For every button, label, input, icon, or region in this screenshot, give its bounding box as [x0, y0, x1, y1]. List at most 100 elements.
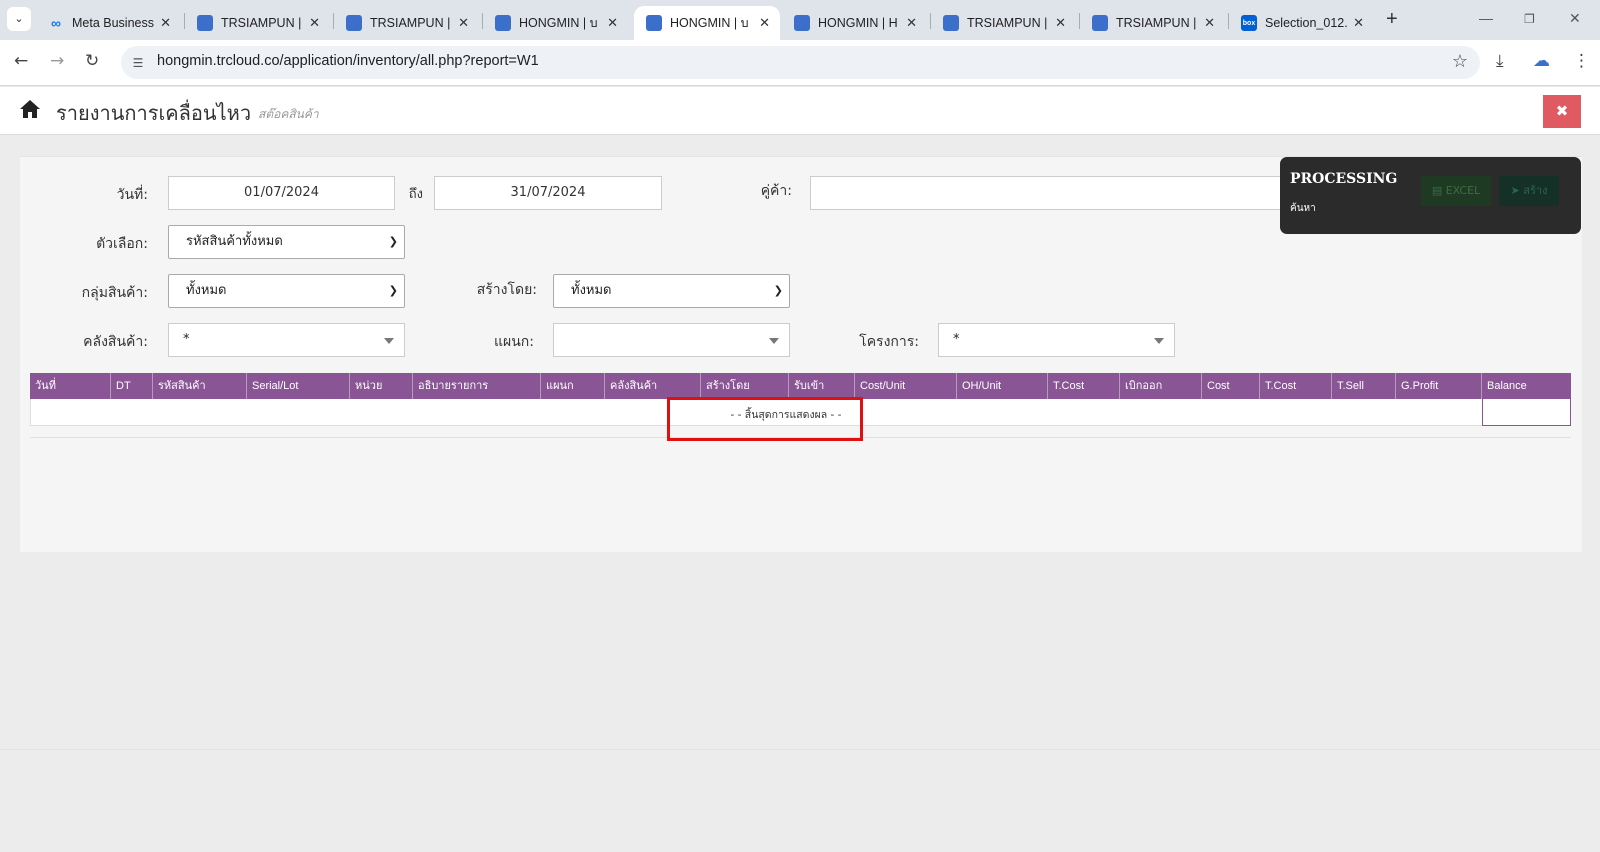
option-select-value: รหัสสินค้าทั้งหมด: [186, 234, 283, 249]
created-by-select[interactable]: ทั้งหมด ❯: [553, 274, 790, 308]
send-icon: ➤: [1510, 184, 1520, 197]
cloud-icon: [646, 15, 662, 31]
back-arrow-icon[interactable]: ←: [14, 51, 28, 71]
home-icon[interactable]: [19, 99, 41, 119]
url-text[interactable]: hongmin.trcloud.co/application/inventory…: [157, 53, 539, 69]
option-select[interactable]: รหัสสินค้าทั้งหมด ❯: [168, 225, 405, 259]
column-header[interactable]: DT: [111, 373, 153, 399]
dropdown-arrow-icon: [1154, 338, 1164, 344]
column-header[interactable]: คลังสินค้า: [605, 373, 701, 399]
chevron-down-icon: ❯: [388, 235, 398, 248]
column-header[interactable]: OH/Unit: [957, 373, 1048, 399]
project-label: โครงการ:: [859, 334, 919, 350]
browser-tab[interactable]: ∞ Meta Business ✕: [36, 6, 181, 40]
browser-tab[interactable]: HONGMIN | บ ✕: [483, 6, 628, 40]
dropdown-arrow-icon: [769, 338, 779, 344]
tab-search-chevron-icon[interactable]: ⌄: [7, 7, 31, 31]
create-button[interactable]: ➤ สร้าง: [1499, 176, 1559, 206]
tab-close-icon[interactable]: ✕: [458, 15, 469, 31]
column-header[interactable]: แผนก: [541, 373, 605, 399]
address-bar[interactable]: ☰ hongmin.trcloud.co/application/invento…: [121, 46, 1480, 79]
site-settings-icon[interactable]: ☰: [129, 54, 147, 72]
column-header[interactable]: Serial/Lot: [247, 373, 350, 399]
bookmark-star-icon[interactable]: ☆: [1452, 51, 1468, 72]
box-icon: box: [1241, 15, 1257, 31]
column-header[interactable]: Cost: [1202, 373, 1260, 399]
column-header[interactable]: เบิกออก: [1120, 373, 1202, 399]
column-header[interactable]: G.Profit: [1396, 373, 1482, 399]
tab-close-icon[interactable]: ✕: [1353, 15, 1364, 31]
chevron-down-icon: ❯: [773, 284, 783, 297]
create-label: สร้าง: [1523, 184, 1548, 197]
browser-tab[interactable]: TRSIAMPUN | ✕: [334, 6, 479, 40]
browser-tab-active[interactable]: HONGMIN | บ ✕: [634, 6, 780, 40]
tab-close-icon[interactable]: ✕: [607, 15, 618, 31]
tab-close-icon[interactable]: ✕: [1204, 15, 1215, 31]
cloud-icon: [346, 15, 362, 31]
browser-menu-icon[interactable]: ⋮: [1573, 51, 1590, 71]
new-tab-plus-icon[interactable]: +: [1386, 8, 1398, 31]
department-label: แผนก:: [494, 334, 534, 350]
product-group-value: ทั้งหมด: [186, 283, 227, 298]
download-icon[interactable]: ⤓: [1496, 51, 1504, 71]
warehouse-label: คลังสินค้า:: [83, 334, 148, 350]
column-header[interactable]: หน่วย: [350, 373, 413, 399]
product-group-select[interactable]: ทั้งหมด ❯: [168, 274, 405, 308]
date-label: วันที่:: [116, 187, 148, 203]
file-excel-icon: ▤: [1431, 184, 1443, 197]
browser-tab[interactable]: box Selection_012. ✕: [1229, 6, 1374, 40]
department-select[interactable]: [553, 323, 790, 357]
column-header[interactable]: T.Sell: [1332, 373, 1396, 399]
project-value: *: [953, 332, 960, 347]
tab-label: HONGMIN | H: [818, 16, 898, 30]
browser-tab[interactable]: TRSIAMPUN | ✕: [1080, 6, 1225, 40]
minimize-icon[interactable]: —: [1479, 10, 1493, 26]
tab-label: Selection_012.: [1265, 16, 1348, 30]
cloud-icon: [794, 15, 810, 31]
created-by-value: ทั้งหมด: [571, 283, 612, 298]
window-close-icon[interactable]: ✕: [1569, 10, 1581, 27]
page-header: รายงานการเคลื่อนไหว สต๊อคสินค้า ✖: [0, 87, 1600, 135]
column-header[interactable]: T.Cost: [1048, 373, 1120, 399]
customer-label: คู่ค้า:: [760, 183, 792, 199]
project-select[interactable]: *: [938, 323, 1175, 357]
date-from-input[interactable]: 01/07/2024: [168, 176, 395, 210]
tab-close-icon[interactable]: ✕: [759, 15, 770, 31]
browser-tab[interactable]: TRSIAMPUN | ✕: [185, 6, 330, 40]
created-by-label: สร้างโดย:: [476, 282, 537, 298]
tab-close-icon[interactable]: ✕: [309, 15, 320, 31]
column-header[interactable]: T.Cost: [1260, 373, 1332, 399]
close-report-button[interactable]: ✖: [1543, 95, 1581, 128]
tab-close-icon[interactable]: ✕: [1055, 15, 1066, 31]
restore-icon[interactable]: ❐: [1524, 12, 1535, 26]
page-title: รายงานการเคลื่อนไหว: [56, 101, 252, 125]
balance-cell: [1482, 399, 1571, 426]
browser-tab[interactable]: HONGMIN | H ✕: [782, 6, 927, 40]
column-header[interactable]: สร้างโดย: [701, 373, 789, 399]
tab-label: TRSIAMPUN |: [967, 16, 1048, 30]
cloud-icon: [495, 15, 511, 31]
cloud-icon: [1092, 15, 1108, 31]
cloud-extension-icon[interactable]: ☁: [1533, 51, 1550, 71]
reload-icon[interactable]: ↻: [85, 51, 99, 71]
forward-arrow-icon[interactable]: →: [50, 51, 64, 71]
cloud-icon: [197, 15, 213, 31]
tab-label: Meta Business: [72, 16, 154, 30]
customer-input[interactable]: [810, 176, 1290, 210]
browser-tab[interactable]: TRSIAMPUN | ✕: [931, 6, 1076, 40]
warehouse-select[interactable]: *: [168, 323, 405, 357]
column-header[interactable]: อธิบายรายการ: [413, 373, 541, 399]
column-header[interactable]: รับเข้า: [789, 373, 855, 399]
tab-close-icon[interactable]: ✕: [160, 15, 171, 31]
tab-close-icon[interactable]: ✕: [906, 15, 917, 31]
column-header[interactable]: รหัสสินค้า: [153, 373, 247, 399]
tab-label: TRSIAMPUN |: [1116, 16, 1197, 30]
column-header[interactable]: วันที่: [30, 373, 111, 399]
processing-subtitle: ค้นหา: [1290, 203, 1316, 214]
warehouse-value: *: [183, 332, 190, 347]
table-header: วันที่ DT รหัสสินค้า Serial/Lot หน่วย อธ…: [30, 373, 1571, 399]
column-header[interactable]: Balance: [1482, 373, 1571, 399]
column-header[interactable]: Cost/Unit: [855, 373, 957, 399]
date-to-input[interactable]: 31/07/2024: [434, 176, 662, 210]
excel-button[interactable]: ▤ EXCEL: [1421, 176, 1491, 206]
